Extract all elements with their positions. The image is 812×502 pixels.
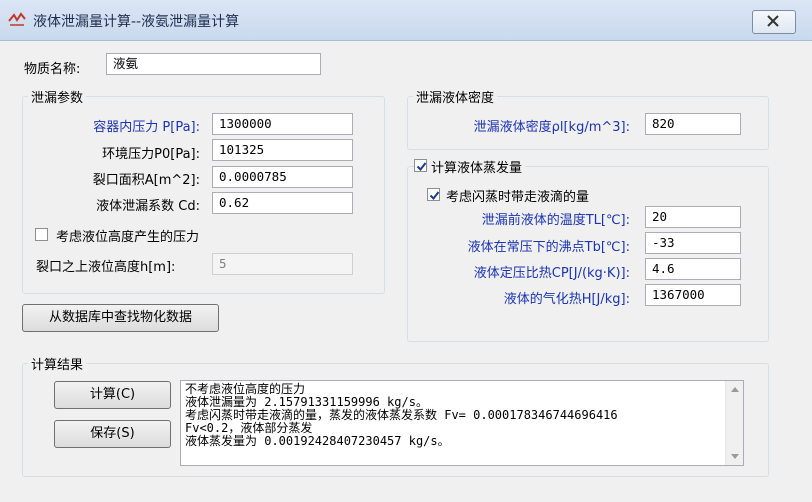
title-bar[interactable]: 液体泄漏量计算--液氨泄漏量计算 [0, 0, 812, 41]
leak-coef-input[interactable]: 0.62 [212, 192, 353, 214]
leak-coef-label: 液体泄漏系数 Cd: [96, 199, 200, 214]
close-icon [767, 15, 779, 27]
scroll-up-icon[interactable] [731, 387, 739, 392]
save-button[interactable]: 保存(S) [54, 420, 171, 448]
close-button[interactable] [752, 10, 796, 34]
pressure-input[interactable]: 1300000 [212, 113, 353, 135]
vaporization-heat-input[interactable]: 1367000 [645, 284, 741, 306]
boiling-point-label: 液体在常压下的沸点Tb[℃]: [467, 240, 630, 255]
vaporization-heat-label: 液体的气化热H[J/kg]: [503, 292, 630, 307]
window-title: 液体泄漏量计算--液氨泄漏量计算 [33, 14, 240, 30]
leak-params-title: 泄漏参数 [28, 87, 87, 106]
evaporation-checkbox[interactable] [414, 159, 427, 172]
pressure-label: 容器内压力 P[Pa]: [93, 120, 200, 135]
results-output[interactable]: 不考虑液位高度的压力 液体泄漏量为 2.15791331159996 kg/s。… [180, 380, 744, 466]
crack-area-input[interactable]: 0.0000785 [212, 166, 353, 188]
liquid-height-input[interactable]: 5 [212, 253, 353, 275]
boiling-point-input[interactable]: -33 [645, 232, 741, 254]
vertical-scrollbar[interactable] [725, 381, 743, 465]
substance-label: 物质名称: [24, 62, 81, 77]
result-line: 液体蒸发量为 0.00192428407230457 kg/s。 [185, 434, 450, 448]
flash-checkbox[interactable] [427, 188, 440, 201]
density-label: 泄漏液体密度ρl[kg/m^3]: [473, 120, 630, 135]
evaporation-title: 计算液体蒸发量 [428, 157, 526, 176]
db-lookup-button[interactable]: 从数据库中查找物化数据 [22, 304, 219, 332]
height-pressure-label: 考虑液位高度产生的压力 [56, 230, 200, 245]
liquid-temp-label: 泄漏前液体的温度TL[℃]: [481, 213, 630, 228]
specific-heat-input[interactable]: 4.6 [645, 258, 741, 280]
check-icon [429, 191, 440, 201]
specific-heat-label: 液体定压比热CP[J/(kg·K)]: [473, 266, 630, 281]
flash-label: 考虑闪蒸时带走液滴的量 [446, 190, 590, 205]
results-title: 计算结果 [28, 354, 87, 373]
scroll-down-icon[interactable] [731, 454, 739, 459]
calculate-button[interactable]: 计算(C) [54, 381, 171, 409]
app-icon [8, 12, 26, 26]
density-input[interactable]: 820 [645, 113, 741, 135]
density-title: 泄漏液体密度 [413, 87, 498, 106]
liquid-temp-input[interactable]: 20 [645, 206, 741, 228]
substance-input[interactable]: 液氨 [106, 53, 321, 75]
crack-area-label: 裂口面积A[m^2]: [92, 173, 200, 188]
height-pressure-checkbox[interactable] [35, 228, 48, 241]
check-icon [416, 162, 427, 172]
ambient-pressure-label: 环境压力P0[Pa]: [102, 147, 200, 162]
ambient-pressure-input[interactable]: 101325 [212, 139, 353, 161]
liquid-height-label: 裂口之上液位高度h[m]: [36, 260, 176, 275]
